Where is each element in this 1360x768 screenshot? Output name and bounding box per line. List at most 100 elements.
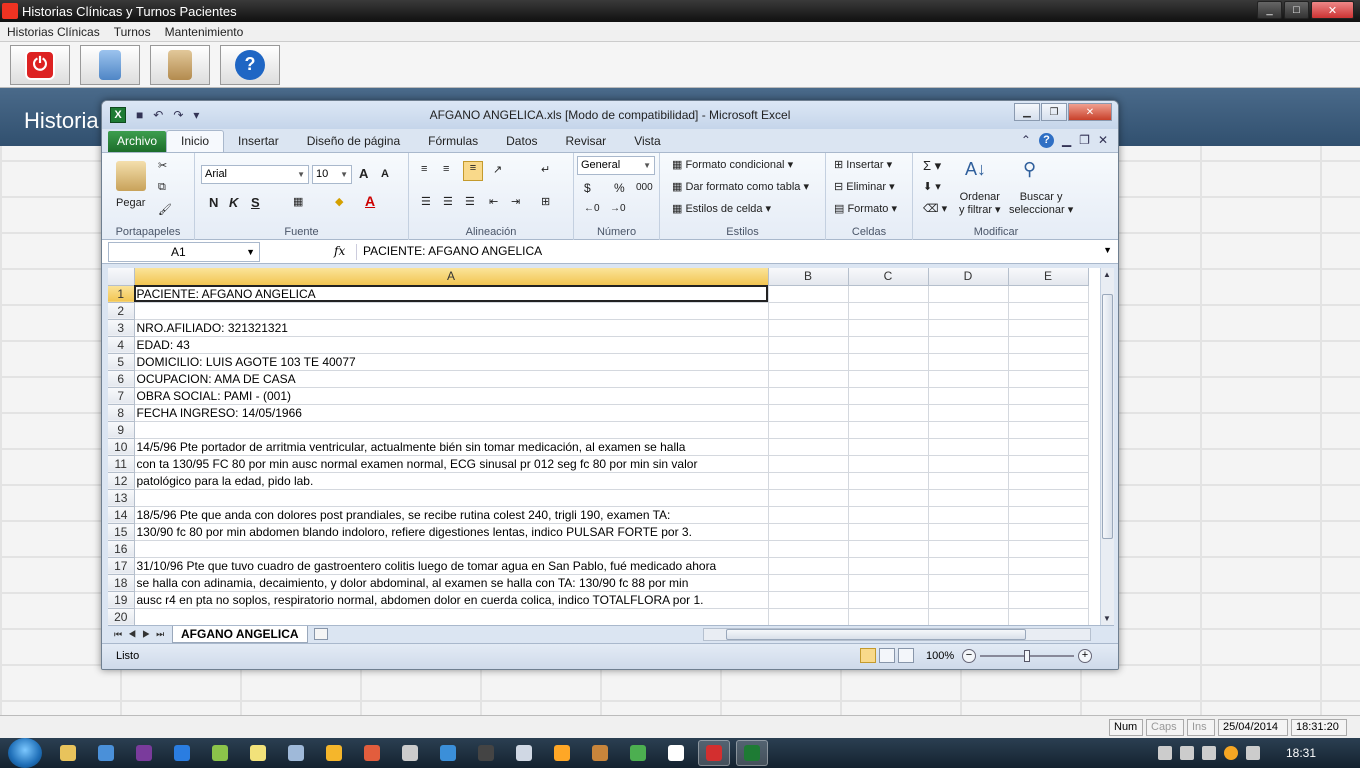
cell[interactable] [928,336,1009,354]
calculator-taskbar-button[interactable] [280,740,312,766]
clipboard-button[interactable] [150,44,210,85]
paste-label[interactable]: Pegar [116,197,145,209]
font-size-select[interactable]: 10 ▼ [312,165,352,184]
cell-a[interactable]: con ta 130/95 FC 80 por min ausc normal … [134,455,769,473]
cell[interactable] [848,336,929,354]
cell-a[interactable]: 130/90 fc 80 por min abdomen blando indo… [134,523,769,541]
cell[interactable] [848,574,929,592]
cell[interactable] [848,523,929,541]
cell[interactable] [768,523,849,541]
cell[interactable] [1008,438,1089,456]
select-all-corner[interactable] [108,268,135,286]
cell[interactable] [928,608,1009,625]
cell[interactable] [768,472,849,490]
clear-icon[interactable]: ⌫ ▾ [923,202,947,215]
cell[interactable] [928,387,1009,405]
excel-restore-button[interactable]: ❐ [1041,103,1067,121]
historias-app-taskbar-button[interactable] [698,740,730,766]
cell[interactable] [848,438,929,456]
column-header-c[interactable]: C [848,268,929,286]
cell[interactable] [1008,421,1089,439]
notes-taskbar-button[interactable] [242,740,274,766]
formula-input[interactable]: PACIENTE: AFGANO ANGELICA [356,244,542,260]
column-header-a[interactable]: A [134,268,769,286]
cell[interactable] [1008,336,1089,354]
cell[interactable] [768,285,849,303]
cell[interactable] [928,557,1009,575]
cell-a[interactable]: 31/10/96 Pte que tuvo cuadro de gastroen… [134,557,769,575]
row-header[interactable]: 11 [108,455,135,473]
vertical-scrollbar[interactable]: ▲ ▼ [1100,268,1114,625]
fill-icon[interactable]: ⬇ ▾ [923,180,941,193]
cell[interactable] [848,353,929,371]
excel-taskbar-button[interactable] [736,740,768,766]
page-layout-view-icon[interactable] [879,648,895,663]
cell-a[interactable]: NRO.AFILIADO: 321321321 [134,319,769,337]
format-as-table-button[interactable]: ▦ Dar formato como tabla ▾ [672,180,809,193]
monitor-icon[interactable] [1245,746,1260,760]
worksheet-grid[interactable]: A B C D E 1 PACIENTE: AFGANO ANGELICA 2 3 NR… [108,268,1100,625]
horizontal-scrollbar[interactable] [703,628,1091,641]
percent-button[interactable]: % [614,181,625,195]
action-center-icon[interactable] [1157,746,1172,760]
cell[interactable] [848,319,929,337]
cell[interactable] [1008,353,1089,371]
zoom-in-icon[interactable]: + [1078,649,1092,663]
expand-formula-icon[interactable]: ▼ [1103,245,1112,255]
align-middle-icon[interactable]: ≡ [443,163,449,175]
excel-close-button[interactable]: ✕ [1068,103,1112,121]
vertical-scroll-thumb[interactable] [1102,294,1113,539]
doc-close-icon[interactable]: ✕ [1098,133,1108,148]
cell[interactable] [768,574,849,592]
copy-icon[interactable]: ⧉ [158,181,166,194]
volume-icon[interactable] [1179,746,1194,760]
cell[interactable] [1008,557,1089,575]
column-header-d[interactable]: D [928,268,1009,286]
window-taskbar-button[interactable] [508,740,540,766]
sheet-nav-icons[interactable]: ⏮◀▶⏭ [114,629,170,640]
cell-a[interactable]: patológico para la edad, pido lab. [134,472,769,490]
zoom-out-icon[interactable]: − [962,649,976,663]
cell[interactable] [1008,285,1089,303]
cell-a[interactable]: EDAD: 43 [134,336,769,354]
binoculars-icon[interactable]: ⚲ [1023,159,1036,180]
cell[interactable] [1008,608,1089,625]
row-header[interactable]: 10 [108,438,135,456]
new-sheet-icon[interactable] [314,628,328,640]
cell[interactable] [848,472,929,490]
control-panel-taskbar-button[interactable] [90,740,122,766]
italic-button[interactable]: K [229,195,238,210]
sort-filter-icon[interactable]: A↓ [965,159,986,180]
cell[interactable] [848,489,929,507]
cell[interactable] [1008,472,1089,490]
network-tray-icon[interactable] [1201,746,1216,760]
tab-vista[interactable]: Vista [620,131,674,152]
row-header[interactable]: 3 [108,319,135,337]
cell[interactable] [848,557,929,575]
cell[interactable] [928,421,1009,439]
cell-a[interactable] [134,540,769,558]
cell[interactable] [1008,455,1089,473]
cell[interactable] [928,540,1009,558]
row-header[interactable]: 12 [108,472,135,490]
cell[interactable] [928,489,1009,507]
calculator-button[interactable] [80,44,140,85]
minimize-button[interactable]: _ [1257,1,1282,19]
tab-formulas[interactable]: Fórmulas [414,131,492,152]
horizontal-scroll-thumb[interactable] [726,629,1026,640]
cell[interactable] [928,404,1009,422]
grow-font-button[interactable]: A [359,166,368,181]
menu-historias[interactable]: Historias Clínicas [0,25,107,39]
zoom-slider[interactable]: − + [962,649,1092,663]
fill-color-icon[interactable]: ◆ [335,195,343,208]
cell[interactable] [768,540,849,558]
row-header[interactable]: 19 [108,591,135,609]
cell[interactable] [928,353,1009,371]
cell[interactable] [1008,489,1089,507]
media-taskbar-button[interactable] [394,740,426,766]
doc-minimize-icon[interactable]: ▁ [1062,133,1071,148]
excel-minimize-button[interactable]: ▁ [1014,103,1040,121]
cell[interactable] [848,455,929,473]
normal-view-icon[interactable] [860,648,876,663]
sort-filter-button[interactable]: Ordenar y filtrar ▾ [959,191,1001,217]
